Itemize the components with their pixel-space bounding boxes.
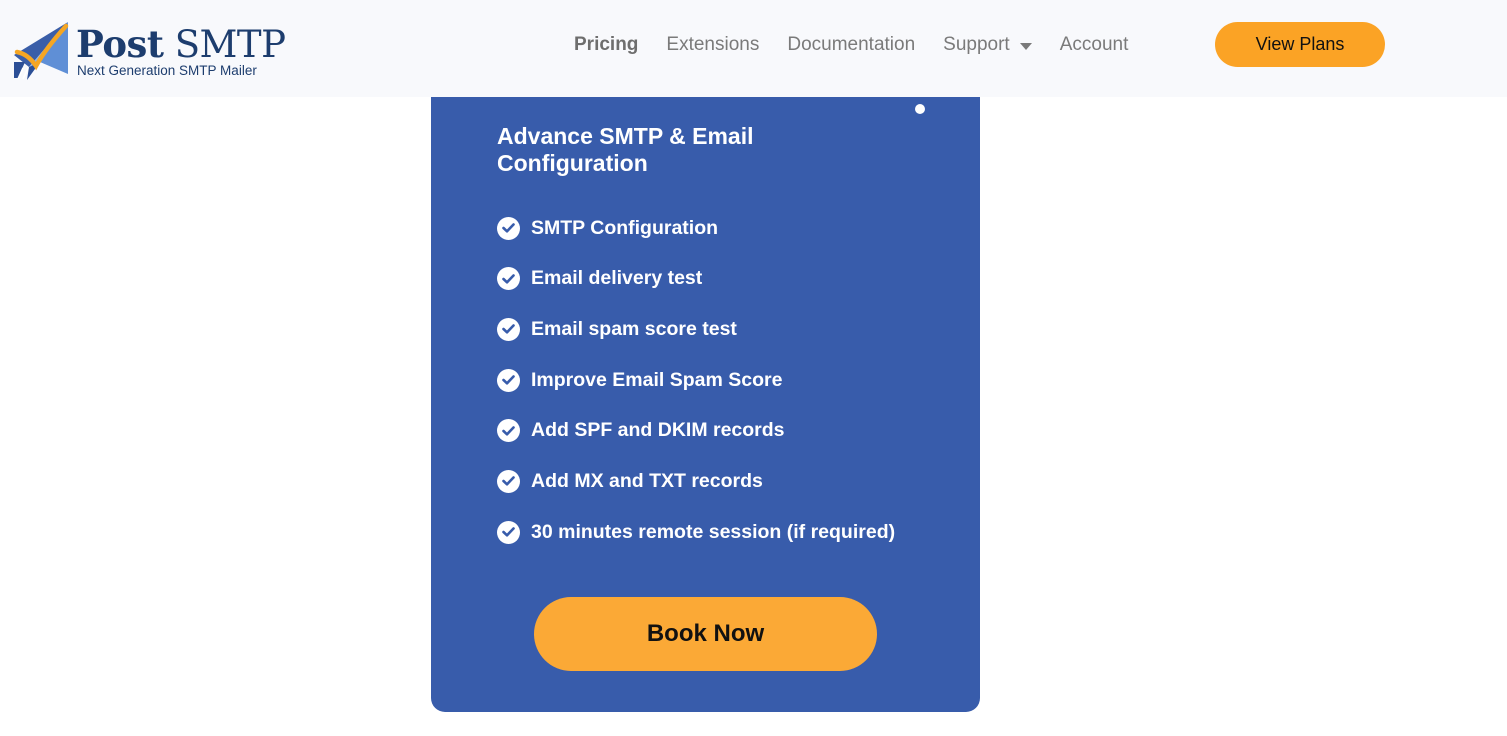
feature-item: Add MX and TXT records bbox=[497, 468, 895, 494]
feature-text: Add SPF and DKIM records bbox=[531, 419, 785, 442]
nav-item-extensions[interactable]: Extensions bbox=[666, 34, 759, 56]
check-circle-icon bbox=[497, 469, 520, 493]
feature-list: SMTP Configuration Email delivery test E… bbox=[497, 215, 895, 570]
feature-text: Email spam score test bbox=[531, 317, 737, 340]
paper-plane-icon bbox=[14, 22, 70, 80]
book-now-button[interactable]: Book Now bbox=[534, 597, 877, 671]
logo-link[interactable]: Post SMTP Next Generation SMTP Mailer bbox=[14, 22, 286, 82]
main-nav: Pricing Extensions Documentation Support… bbox=[574, 0, 1156, 90]
feature-text: SMTP Configuration bbox=[531, 216, 719, 239]
logo-title: Post SMTP bbox=[76, 22, 286, 67]
feature-text: Add MX and TXT records bbox=[531, 469, 763, 492]
service-card: Advance SMTP & Email Configuration SMTP … bbox=[431, 60, 980, 712]
site-header: Post SMTP Next Generation SMTP Mailer Pr… bbox=[0, 0, 1507, 97]
logo-title-bold: Post bbox=[76, 22, 164, 66]
view-plans-button[interactable]: View Plans bbox=[1215, 22, 1385, 67]
logo-title-light: SMTP bbox=[163, 23, 286, 66]
check-circle-icon bbox=[497, 267, 520, 291]
feature-text: Email delivery test bbox=[531, 267, 703, 290]
caret-down-icon bbox=[1019, 42, 1032, 50]
feature-item: SMTP Configuration bbox=[497, 215, 895, 241]
feature-item: Add SPF and DKIM records bbox=[497, 418, 895, 444]
feature-item: Email delivery test bbox=[497, 266, 895, 292]
nav-item-account[interactable]: Account bbox=[1060, 34, 1129, 56]
card-title: Advance SMTP & Email Configuration bbox=[497, 123, 754, 176]
check-circle-icon bbox=[497, 419, 520, 443]
check-circle-icon bbox=[497, 520, 520, 544]
feature-item: 30 minutes remote session (if required) bbox=[497, 519, 895, 545]
check-circle-icon bbox=[497, 216, 520, 240]
logo-subtitle: Next Generation SMTP Mailer bbox=[77, 63, 257, 78]
carousel-dot[interactable] bbox=[915, 104, 925, 114]
nav-item-pricing[interactable]: Pricing bbox=[574, 34, 638, 56]
check-circle-icon bbox=[497, 368, 520, 392]
nav-item-support-label: Support bbox=[943, 34, 1010, 55]
check-circle-icon bbox=[497, 317, 520, 341]
feature-text: 30 minutes remote session (if required) bbox=[531, 520, 896, 543]
nav-item-support[interactable]: Support bbox=[943, 34, 1032, 56]
nav-item-documentation[interactable]: Documentation bbox=[787, 34, 915, 56]
feature-text: Improve Email Spam Score bbox=[531, 368, 783, 391]
feature-item: Improve Email Spam Score bbox=[497, 367, 895, 393]
feature-item: Email spam score test bbox=[497, 316, 895, 342]
